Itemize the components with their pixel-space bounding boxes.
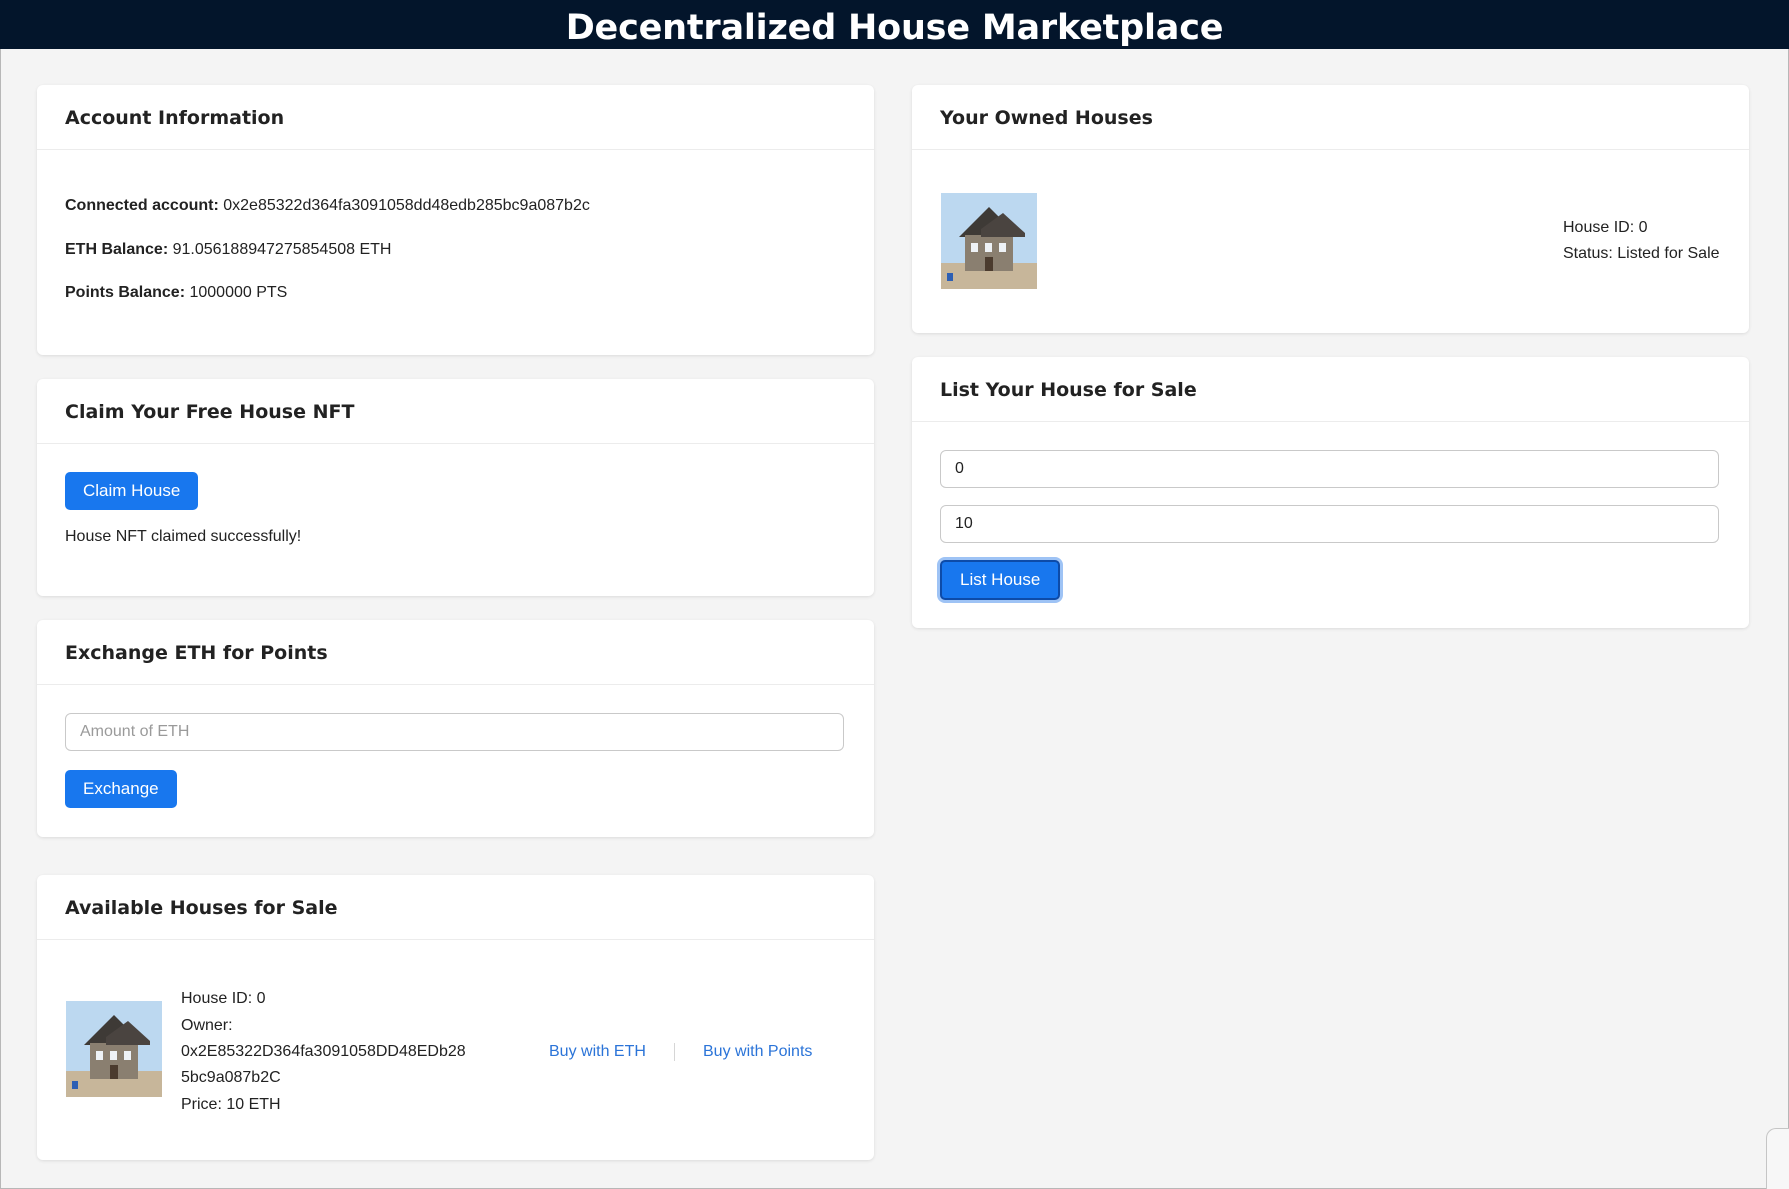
claim-house-card: Claim Your Free House NFT Claim House Ho… [37,379,874,596]
list-house-title: List Your House for Sale [912,357,1749,422]
owned-house-id: House ID: 0 [1563,219,1648,236]
listing-price: Price: 10 ETH [181,1096,281,1113]
eth-balance-line: ETH Balance: 91.056188947275854508 ETH [65,241,391,259]
exchange-button[interactable]: Exchange [65,770,177,808]
connected-account-value: 0x2e85322d364fa3091058dd48edb285bc9a087b… [223,197,590,214]
link-divider [674,1043,675,1061]
account-information-card: Account Information Connected account: 0… [37,85,874,355]
eth-balance-value: 91.056188947275854508 ETH [172,241,392,258]
house-id-input[interactable] [940,450,1719,488]
owned-houses-card: Your Owned Houses House ID: 0 Status: Li… [912,85,1749,333]
claim-status-message: House NFT claimed successfully! [65,528,302,545]
claim-house-button[interactable]: Claim House [65,472,199,510]
house-image [66,1001,162,1097]
buy-with-points-link[interactable]: Buy with Points [703,1043,812,1061]
points-balance-label: Points Balance: [65,284,186,301]
owned-house-status: Status: Listed for Sale [1563,245,1720,262]
available-houses-title: Available Houses for Sale [37,875,874,940]
owned-house-image [941,193,1037,289]
points-balance-value: 1000000 PTS [189,284,288,301]
listing-owner-address-line1: 0x2E85322D364fa3091058DD48EDb28 [181,1043,466,1060]
exchange-eth-card: Exchange ETH for Points Exchange [37,620,874,837]
sale-price-input[interactable] [940,505,1719,543]
listing-owner-address-line2: 5bc9a087b2C [181,1069,281,1086]
listing-owner-label: Owner: [181,1017,233,1034]
account-information-title: Account Information [37,85,874,150]
exchange-eth-title: Exchange ETH for Points [37,620,874,685]
eth-amount-input[interactable] [65,713,844,751]
buy-with-eth-link[interactable]: Buy with ETH [549,1043,646,1061]
available-houses-card: Available Houses for Sale House ID: 0 Ow… [37,875,874,1160]
listing-house-id: House ID: 0 [181,990,266,1007]
owned-houses-title: Your Owned Houses [912,85,1749,150]
eth-balance-label: ETH Balance: [65,241,169,258]
page-title: Decentralized House Marketplace [565,8,1224,48]
points-balance-line: Points Balance: 1000000 PTS [65,284,287,302]
claim-house-title: Claim Your Free House NFT [37,379,874,444]
connected-account-label: Connected account: [65,197,219,214]
list-house-card: List Your House for Sale List House [912,357,1749,628]
resize-handle[interactable] [1766,1128,1789,1189]
list-house-button[interactable]: List House [940,560,1061,600]
app-header: Decentralized House Marketplace [0,0,1789,49]
connected-account-line: Connected account: 0x2e85322d364fa309105… [65,197,590,215]
